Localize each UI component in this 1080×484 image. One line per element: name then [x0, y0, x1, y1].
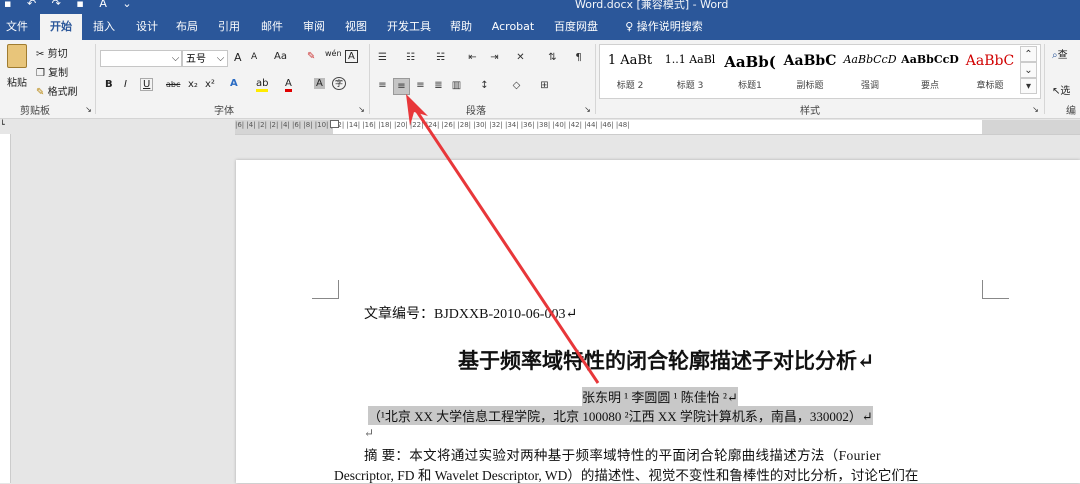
annotation-arrow: [406, 94, 600, 384]
arrow-shaft: [410, 103, 600, 384]
